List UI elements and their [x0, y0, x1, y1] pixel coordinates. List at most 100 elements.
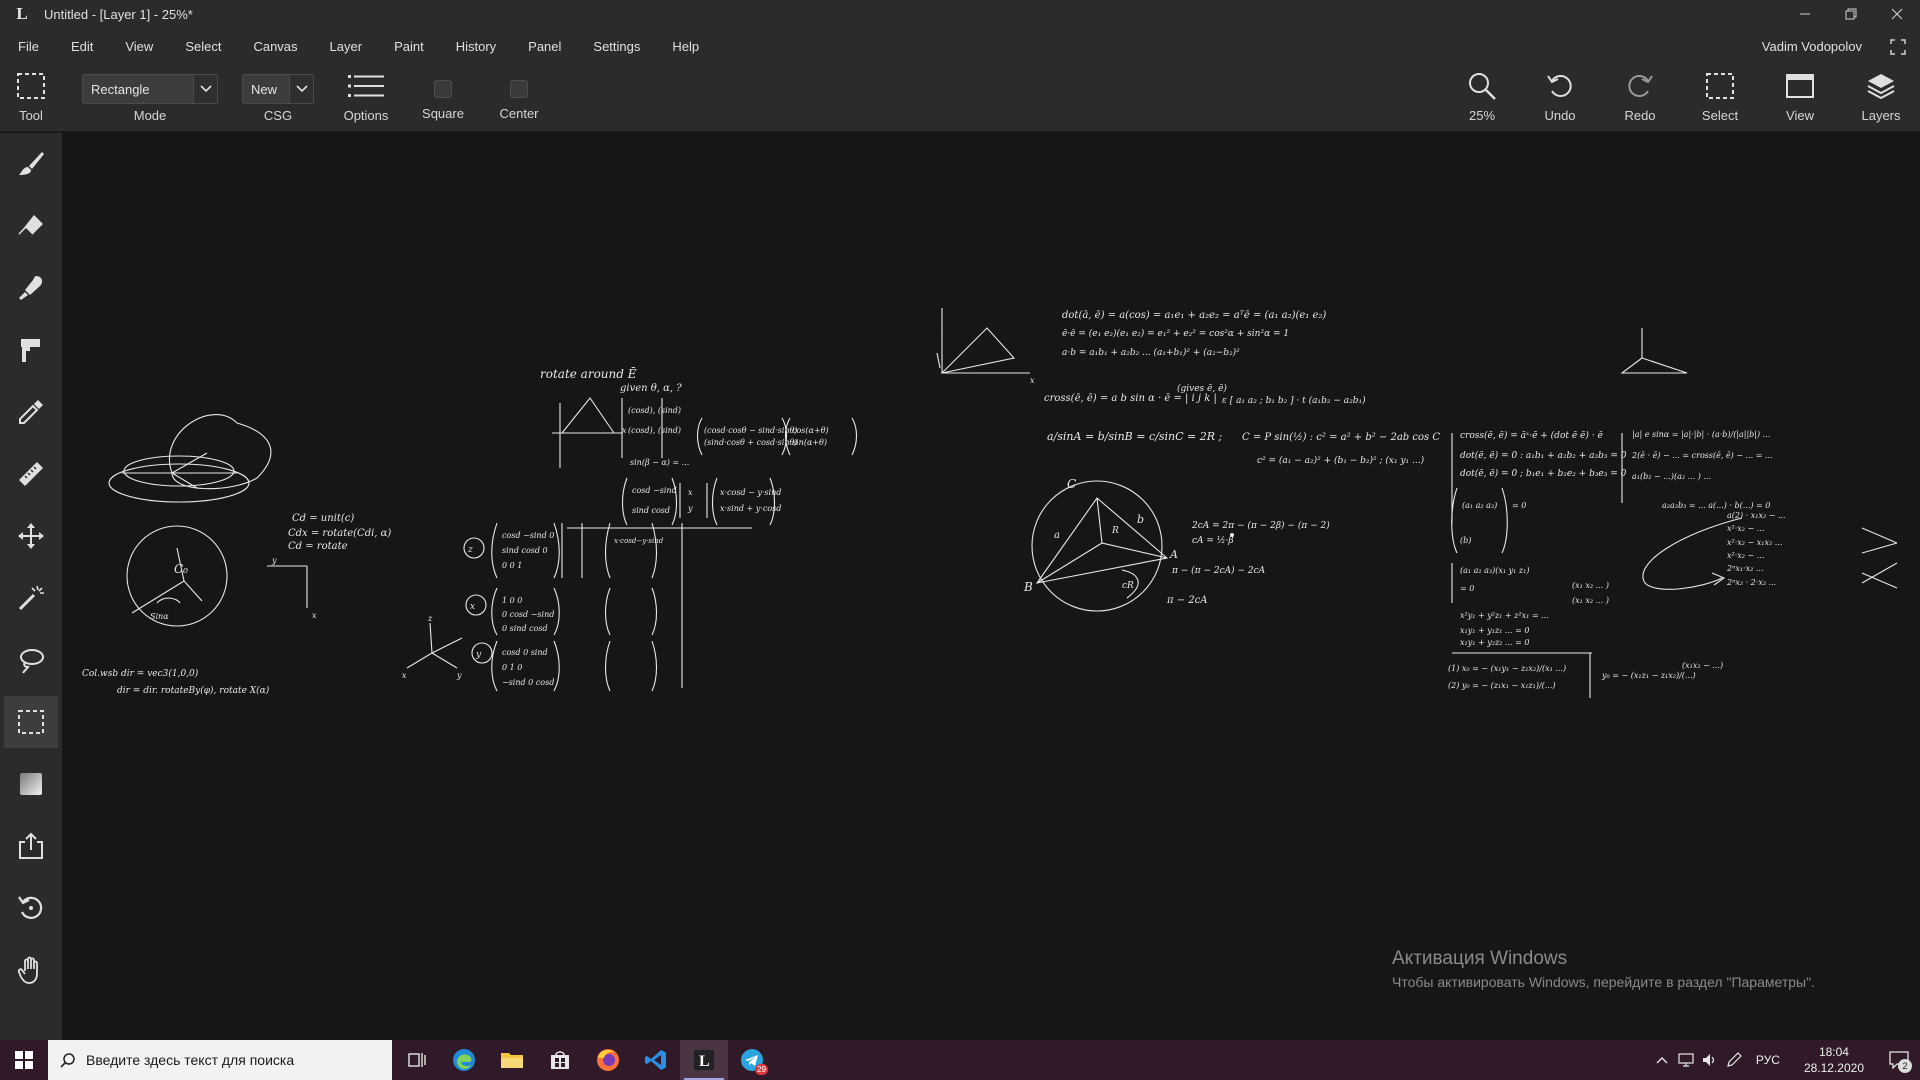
menu-history[interactable]: History: [446, 28, 506, 66]
drawing-canvas[interactable]: C₀ Sinα Col.wsb dir = vec3(1,0,0) dir = …: [62, 133, 1920, 1040]
svg-text:(2) y₀ = − (z₁x₁ − x₁z₁)/(...): (2) y₀ = − (z₁x₁ − x₁z₁)/(...): [1448, 681, 1556, 690]
svg-text:x·cosd−y·sind: x·cosd−y·sind: [614, 537, 664, 545]
tool-button[interactable]: Tool: [8, 66, 54, 132]
gradient-tool[interactable]: [0, 753, 62, 815]
magic-wand-tool[interactable]: [0, 567, 62, 629]
menu-layer[interactable]: Layer: [320, 28, 373, 66]
network-button[interactable]: [1674, 1040, 1698, 1080]
selection-icon: [1706, 73, 1734, 99]
redo-button[interactable]: Redo: [1618, 66, 1662, 132]
task-view-icon: [408, 1053, 426, 1067]
eyedropper-tool[interactable]: [0, 381, 62, 443]
svg-text:x₁y₁ + y₁z₁ ... = 0: x₁y₁ + y₁z₁ ... = 0: [1460, 626, 1529, 635]
rotate-icon: [18, 896, 43, 919]
menu-help[interactable]: Help: [662, 28, 709, 66]
export-icon: [19, 832, 43, 859]
select-button[interactable]: Select: [1698, 66, 1742, 132]
svg-text:x·cosd − y·sind: x·cosd − y·sind: [720, 488, 781, 497]
rect-select-tool[interactable]: [0, 691, 62, 753]
square-checkbox[interactable]: [434, 80, 452, 98]
view-button[interactable]: View: [1778, 66, 1822, 132]
language-indicator[interactable]: РУС: [1746, 1053, 1790, 1067]
user-name[interactable]: Vadim Vodopolov: [1762, 28, 1862, 66]
volume-button[interactable]: [1698, 1040, 1722, 1080]
svg-text:x: x: [402, 671, 407, 680]
svg-text:sin(α+θ): sin(α+θ): [792, 438, 827, 447]
notification-center-button[interactable]: 2: [1878, 1040, 1920, 1080]
select-label: Select: [1701, 108, 1739, 123]
clock[interactable]: 18:04 28.12.2020: [1790, 1044, 1878, 1076]
layers-button[interactable]: Layers: [1858, 66, 1904, 132]
lasso-icon: [20, 649, 44, 674]
svg-text:z: z: [427, 614, 433, 623]
close-button[interactable]: [1874, 0, 1920, 28]
fullscreen-icon[interactable]: [1890, 39, 1906, 55]
restore-button[interactable]: [1828, 0, 1874, 28]
move-tool[interactable]: [0, 505, 62, 567]
taskbar-explorer[interactable]: [488, 1040, 536, 1080]
minimize-button[interactable]: [1782, 0, 1828, 28]
taskbar-vscode[interactable]: [632, 1040, 680, 1080]
eyedropper-icon: [19, 400, 43, 424]
center-checkbox[interactable]: [510, 80, 528, 98]
svg-text:(x₁ x₂ ... ): (x₁ x₂ ... ): [1572, 581, 1609, 590]
brush-tool[interactable]: [0, 133, 62, 195]
taskbar-store[interactable]: [536, 1040, 584, 1080]
hand-tool[interactable]: [0, 939, 62, 1001]
svg-text:= 0: = 0: [1512, 501, 1526, 510]
center-label: Center: [499, 106, 539, 121]
square-toggle[interactable]: Square: [418, 66, 468, 132]
csg-value: New: [251, 81, 278, 97]
menu-view[interactable]: View: [115, 28, 163, 66]
menu-paint[interactable]: Paint: [384, 28, 434, 66]
svg-text:dot(ā, ē) = a(cos) = a₁e₁ + a₂: dot(ā, ē) = a(cos) = a₁e₁ + a₂e₂ = aᵀē =…: [1062, 310, 1326, 321]
svg-text:2(ē · ē) − ... = cross(ē, ē) −: 2(ē · ē) − ... = cross(ē, ē) − ... = ...: [1631, 451, 1773, 460]
mode-value: Rectangle: [91, 81, 150, 97]
task-view-button[interactable]: [392, 1040, 440, 1080]
svg-text:x: x: [622, 426, 627, 435]
menu-edit[interactable]: Edit: [61, 28, 103, 66]
minimize-icon: [1800, 13, 1810, 15]
export-tool[interactable]: [0, 815, 62, 877]
taskbar-lazpaint[interactable]: L: [680, 1040, 728, 1080]
options-button[interactable]: Options: [340, 66, 392, 132]
svg-text:(b): (b): [1460, 536, 1471, 545]
svg-text:x: x: [1030, 376, 1035, 385]
center-toggle[interactable]: Center: [494, 66, 544, 132]
pen-button[interactable]: [1722, 1040, 1746, 1080]
system-tray: РУС 18:04 28.12.2020 2: [1650, 1040, 1920, 1080]
taskbar-firefox[interactable]: [584, 1040, 632, 1080]
undo-label: Undo: [1544, 108, 1576, 123]
svg-text:Col.wsb dir = vec3(1,0,0): Col.wsb dir = vec3(1,0,0): [82, 668, 199, 679]
taskbar-telegram[interactable]: 29: [728, 1040, 776, 1080]
svg-text:dir = dir. rotateBy(φ), rotate: dir = dir. rotateBy(φ), rotate X(α): [117, 685, 270, 696]
lasso-tool[interactable]: [0, 629, 62, 691]
svg-text:0 1 0: 0 1 0: [502, 663, 522, 672]
eraser-tool[interactable]: [0, 195, 62, 257]
menu-settings[interactable]: Settings: [583, 28, 650, 66]
menu-select[interactable]: Select: [175, 28, 231, 66]
csg-control: New CSG: [242, 66, 314, 132]
menu-file[interactable]: File: [8, 28, 49, 66]
ruler-tool[interactable]: [0, 443, 62, 505]
start-button[interactable]: [0, 1040, 48, 1080]
square-label: Square: [422, 106, 464, 121]
menu-canvas[interactable]: Canvas: [243, 28, 307, 66]
csg-dropdown[interactable]: New: [242, 74, 314, 104]
sketch-dot-products: x dot(ā, ē) = a(cos) = a₁e₁ + a₂e₂ = aᵀē…: [936, 308, 1440, 466]
zoom-button[interactable]: 25%: [1462, 66, 1502, 132]
undo-button[interactable]: Undo: [1538, 66, 1582, 132]
smudge-tool[interactable]: [0, 257, 62, 319]
mode-dropdown[interactable]: Rectangle: [82, 74, 218, 104]
taskbar-edge[interactable]: [440, 1040, 488, 1080]
rotate-tool[interactable]: [0, 877, 62, 939]
svg-text:(gives ē, ē): (gives ē, ē): [1177, 383, 1227, 394]
svg-text:sind cosd 0: sind cosd 0: [502, 546, 548, 555]
svg-text:−sind 0 cosd: −sind 0 cosd: [502, 678, 554, 687]
tray-overflow-button[interactable]: [1650, 1040, 1674, 1080]
svg-text:x₁y₁ + y₂z₂ ... = 0: x₁y₁ + y₂z₂ ... = 0: [1460, 638, 1529, 647]
menu-panel[interactable]: Panel: [518, 28, 571, 66]
zoom-label: 25%: [1468, 108, 1496, 123]
fill-tool[interactable]: [0, 319, 62, 381]
taskbar-search[interactable]: Введите здесь текст для поиска: [48, 1040, 392, 1080]
